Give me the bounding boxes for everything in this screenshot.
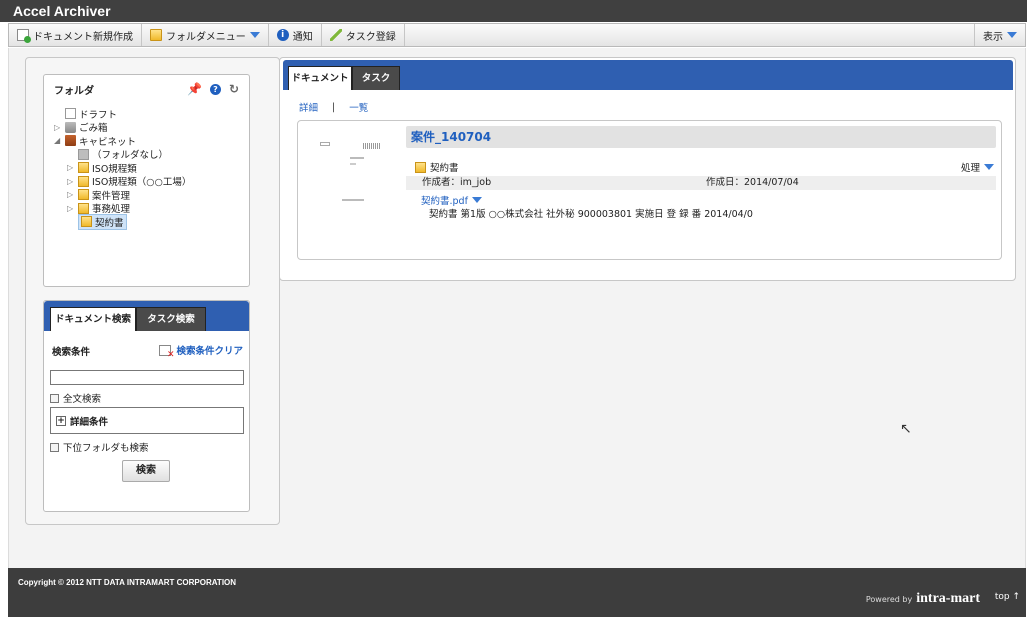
tree-item-iso-factory[interactable]: ▷ ISO規程類（○○工場）	[54, 175, 239, 188]
tree-item-no-folder[interactable]: （フォルダなし）	[54, 148, 239, 161]
view-menu-button[interactable]: 表示	[974, 24, 1025, 46]
notify-button[interactable]: i 通知	[269, 24, 322, 46]
document-file-link[interactable]: 契約書.pdf	[421, 193, 482, 207]
pin-icon[interactable]: 📌	[187, 82, 202, 96]
subfolder-checkbox[interactable]	[50, 442, 59, 452]
tree-item-contract[interactable]: 契約書	[54, 213, 239, 230]
folder-panel: フォルダ 📌 ? ↻ ドラフト ▷ ごみ箱 ◢ キャビネット （フォルダなし） …	[43, 74, 250, 287]
view-list-link[interactable]: 一覧	[349, 100, 368, 114]
mouse-cursor-icon: ↖	[900, 421, 912, 437]
chevron-down-icon	[984, 164, 994, 170]
trash-icon	[65, 121, 76, 133]
back-to-top-link[interactable]: top ↑	[995, 592, 1020, 602]
footer: Copyright © 2012 NTT DATA INTRAMART CORP…	[8, 568, 1026, 617]
plus-icon: +	[56, 415, 66, 426]
document-description: 契約書 第1版 ○○株式会社 社外秘 900003801 実施日 登 録 番 2…	[429, 209, 753, 220]
clear-condition-button[interactable]: 検索条件クリア	[159, 343, 243, 360]
document-title[interactable]: 案件_140704	[406, 126, 996, 148]
powered-by: Powered by intra-mart	[865, 591, 980, 606]
document-author: 作成者：im_job	[422, 177, 492, 188]
folder-menu-button[interactable]: フォルダメニュー	[142, 24, 269, 46]
fulltext-checkbox-row[interactable]: 全文検索	[50, 391, 101, 405]
info-icon: i	[276, 29, 289, 41]
collapse-icon[interactable]: ◢	[54, 136, 65, 145]
folder-icon	[78, 148, 89, 160]
folder-icon	[78, 189, 89, 201]
app-title: Accel Archiver	[0, 0, 1027, 22]
process-menu[interactable]: 処理	[961, 160, 994, 174]
separator: |	[332, 101, 336, 113]
chevron-down-icon	[471, 197, 482, 203]
expand-icon[interactable]: ▷	[67, 177, 78, 186]
fulltext-checkbox[interactable]	[50, 393, 59, 403]
folder-tree: ドラフト ▷ ごみ箱 ◢ キャビネット （フォルダなし） ▷ ISO規程類 ▷ …	[44, 103, 249, 233]
search-input[interactable]	[50, 370, 244, 385]
folder-icon	[78, 202, 89, 214]
content-tabbar: ドキュメント タスク	[283, 60, 1013, 90]
tree-item-project[interactable]: ▷ 案件管理	[54, 188, 239, 202]
tab-document[interactable]: ドキュメント	[288, 66, 352, 90]
tab-task[interactable]: タスク	[352, 66, 400, 90]
new-document-icon	[17, 29, 31, 43]
tree-item-cabinet[interactable]: ◢ キャビネット	[54, 134, 239, 148]
folder-icon	[78, 162, 89, 174]
folder-icon	[150, 29, 162, 41]
expand-icon[interactable]: ▷	[54, 123, 65, 132]
expand-icon[interactable]: ▷	[67, 204, 78, 213]
cabinet-icon	[65, 135, 76, 147]
search-panel: ドキュメント検索 タスク検索 検索条件 検索条件クリア 全文検索 + 詳細条件 …	[43, 300, 250, 512]
expand-icon[interactable]: ▷	[67, 190, 78, 199]
document-folder: 契約書	[415, 160, 459, 174]
brand-logo: intra-mart	[916, 591, 980, 606]
refresh-icon[interactable]: ↻	[229, 82, 239, 96]
task-register-button[interactable]: タスク登録	[322, 24, 405, 46]
search-button[interactable]: 検索	[122, 460, 170, 482]
tree-item-trash[interactable]: ▷ ごみ箱	[54, 121, 239, 134]
new-document-button[interactable]: ドキュメント新規作成	[9, 24, 142, 46]
search-condition-label: 検索条件	[52, 347, 91, 358]
help-icon[interactable]: ?	[209, 83, 221, 95]
subfolder-checkbox-row[interactable]: 下位フォルダも検索	[50, 440, 149, 454]
chevron-down-icon	[249, 32, 260, 38]
tree-item-iso[interactable]: ▷ ISO規程類	[54, 161, 239, 175]
document-thumbnail[interactable]	[308, 125, 404, 225]
copyright: Copyright © 2012 NTT DATA INTRAMART CORP…	[18, 578, 237, 587]
toolbar: ドキュメント新規作成 フォルダメニュー i 通知 タスク登録 表示	[8, 23, 1026, 47]
pen-icon	[329, 29, 342, 41]
view-switcher: 詳細 | 一覧	[299, 100, 368, 115]
folder-panel-title: フォルダ	[54, 85, 94, 97]
document-meta: 作成者：im_job 作成日：2014/07/04	[406, 176, 996, 190]
folder-icon	[78, 175, 89, 187]
tree-item-draft[interactable]: ドラフト	[54, 107, 239, 121]
folder-icon	[81, 216, 92, 228]
view-detail-link[interactable]: 詳細	[299, 100, 318, 114]
expand-icon[interactable]: ▷	[67, 163, 78, 172]
tab-document-search[interactable]: ドキュメント検索	[50, 307, 136, 331]
page-icon	[65, 108, 76, 120]
tab-task-search[interactable]: タスク検索	[136, 307, 206, 331]
clear-icon	[159, 344, 174, 360]
chevron-down-icon	[1007, 32, 1017, 38]
document-created: 作成日：2014/07/04	[706, 177, 799, 188]
detail-condition-toggle[interactable]: + 詳細条件	[50, 407, 244, 434]
folder-icon	[415, 161, 426, 173]
